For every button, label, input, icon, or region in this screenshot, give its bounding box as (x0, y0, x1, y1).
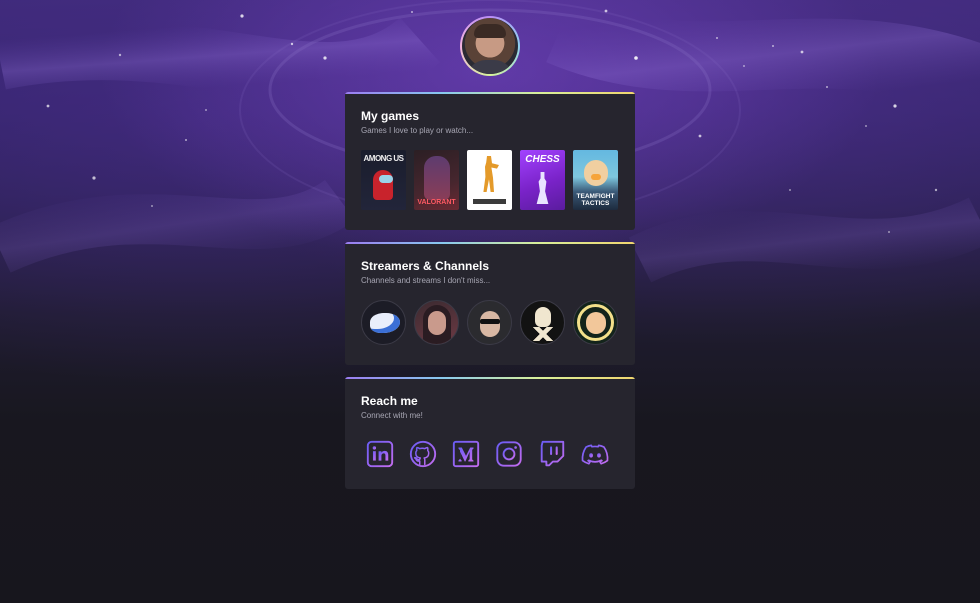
game-cover-text: VALORANT (417, 199, 456, 206)
linkedin-icon[interactable] (363, 437, 396, 470)
channel-avatar[interactable] (467, 300, 512, 345)
streamers-card: Streamers & Channels Channels and stream… (345, 242, 635, 365)
game-counter-strike[interactable] (467, 150, 512, 210)
github-icon[interactable] (406, 437, 439, 470)
discord-icon[interactable] (578, 437, 611, 470)
profile-avatar[interactable] (460, 16, 520, 76)
game-cover-text: AMONG US (363, 154, 405, 163)
game-cover-text: TEAMFIGHT TACTICS (576, 193, 615, 207)
channel-avatar[interactable] (361, 300, 406, 345)
medium-icon[interactable] (449, 437, 482, 470)
social-links (361, 437, 619, 470)
game-teamfight-tactics[interactable]: TEAMFIGHT TACTICS (573, 150, 618, 210)
games-card-title: My games (361, 109, 420, 123)
channel-avatar[interactable] (573, 300, 618, 345)
game-cover-text: CHESS (525, 154, 560, 165)
reach-card-title: Reach me (361, 394, 418, 408)
streamers-card-title: Streamers & Channels (361, 259, 490, 273)
reach-card: Reach me Connect with me! (345, 377, 635, 489)
instagram-icon[interactable] (492, 437, 525, 470)
game-among-us[interactable]: AMONG US (361, 150, 406, 210)
twitch-icon[interactable] (535, 437, 568, 470)
profile-photo (462, 18, 518, 74)
game-valorant[interactable]: VALORANT (414, 150, 459, 210)
channels-list (361, 300, 619, 345)
channel-avatar[interactable] (520, 300, 565, 345)
channel-avatar[interactable] (414, 300, 459, 345)
games-card-subtitle: Games I love to play or watch... (361, 126, 474, 135)
games-list: AMONG US VALORANT CHESS TEAMFIGHT TACTIC… (361, 150, 619, 210)
game-chess[interactable]: CHESS (520, 150, 565, 210)
games-card: My games Games I love to play or watch..… (345, 92, 635, 230)
streamers-card-subtitle: Channels and streams I don't miss... (361, 276, 491, 285)
reach-card-subtitle: Connect with me! (361, 411, 423, 420)
